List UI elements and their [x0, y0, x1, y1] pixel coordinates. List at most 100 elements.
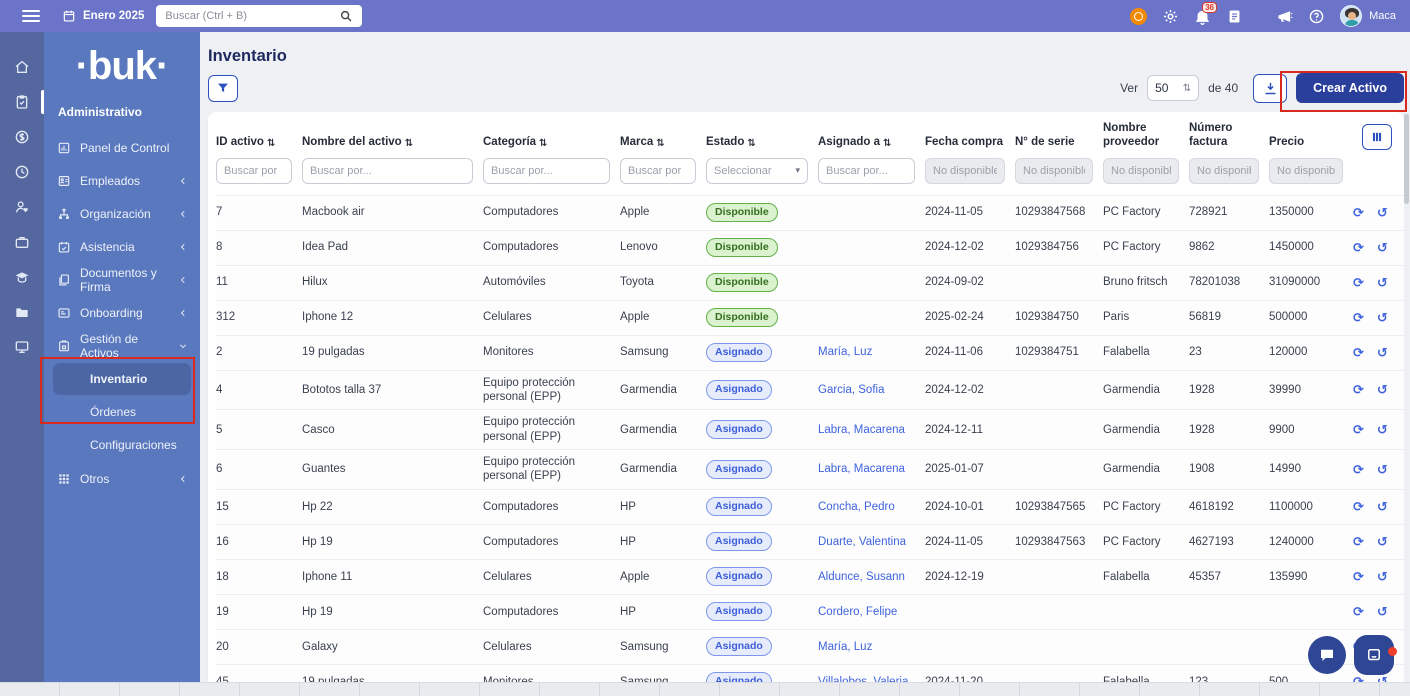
search-icon[interactable] — [339, 9, 353, 23]
chevron-left-icon — [178, 308, 188, 318]
refresh-icon[interactable]: ⟳ — [1353, 570, 1364, 583]
sidebar-subitem-configuraciones[interactable]: Configuraciones — [53, 429, 191, 461]
megaphone-icon[interactable] — [1276, 8, 1293, 25]
column-header-categoria[interactable]: Categoría ⇅ — [483, 136, 620, 150]
assignee-link[interactable]: Aldunce, Susann — [818, 565, 925, 589]
page-size-select[interactable]: 50 ⇅ — [1147, 75, 1200, 101]
sidebar-item-empleados[interactable]: Empleados — [44, 164, 200, 197]
sidebar-item-otros[interactable]: Otros — [44, 462, 200, 495]
gear-icon[interactable] — [1162, 8, 1179, 25]
coin-icon[interactable] — [0, 128, 44, 146]
sort-icon[interactable]: ⇅ — [656, 138, 664, 150]
vertical-scrollbar[interactable] — [1404, 112, 1409, 680]
column-picker-button[interactable] — [1362, 123, 1392, 150]
refresh-icon[interactable]: ⟳ — [1353, 423, 1364, 436]
history-icon[interactable]: ↺ — [1377, 276, 1388, 289]
clock-icon[interactable] — [0, 163, 44, 181]
kanban-icon[interactable] — [0, 338, 44, 356]
history-icon[interactable]: ↺ — [1377, 463, 1388, 476]
refresh-icon[interactable]: ⟳ — [1353, 311, 1364, 324]
create-asset-button[interactable]: Crear Activo — [1296, 73, 1404, 103]
assignee-link[interactable]: Cordero, Felipe — [818, 600, 925, 624]
assignee-link[interactable]: Garcia, Sofia — [818, 378, 925, 402]
sort-icon[interactable]: ⇅ — [883, 138, 891, 150]
history-icon[interactable]: ↺ — [1377, 675, 1388, 682]
period-selector[interactable]: Enero 2025 — [62, 9, 144, 23]
history-icon[interactable]: ↺ — [1377, 570, 1388, 583]
history-icon[interactable]: ↺ — [1377, 423, 1388, 436]
filter-input-categoria[interactable] — [483, 157, 610, 184]
refresh-icon[interactable]: ⟳ — [1353, 276, 1364, 289]
refresh-icon[interactable]: ⟳ — [1353, 383, 1364, 396]
column-header-estado[interactable]: Estado ⇅ — [706, 136, 818, 150]
tasks-document-icon[interactable] — [1226, 8, 1243, 25]
filter-button[interactable] — [208, 74, 238, 102]
column-header-id-activo[interactable]: ID activo ⇅ — [216, 136, 302, 150]
column-header-nombre-del-activo[interactable]: Nombre del activo ⇅ — [302, 136, 483, 150]
notifications-bell-icon[interactable]: 36 — [1194, 1, 1217, 25]
sort-icon[interactable]: ⇅ — [539, 138, 547, 150]
assignee-link[interactable]: Concha, Pedro — [818, 495, 925, 519]
sidebar-item-onboarding[interactable]: Onboarding — [44, 296, 200, 329]
cell-categoria: Equipo protección personal (EPP) — [483, 376, 576, 403]
graduation-cap-icon[interactable] — [0, 268, 44, 286]
assignee-link[interactable]: Villalobos, Valeria — [818, 670, 925, 682]
filter-input-asignado-a[interactable] — [818, 157, 915, 184]
history-icon[interactable]: ↺ — [1377, 311, 1388, 324]
assignee-link[interactable]: Labra, Macarena — [818, 457, 925, 481]
horizontal-scroll-strip[interactable] — [0, 682, 1410, 696]
folder-icon[interactable] — [0, 303, 44, 321]
refresh-icon[interactable]: ⟳ — [1353, 206, 1364, 219]
history-icon[interactable]: ↺ — [1377, 346, 1388, 359]
sidebar-item-asistencia[interactable]: Asistencia — [44, 230, 200, 263]
user-menu[interactable]: Maca — [1340, 5, 1396, 27]
sidebar-item-documentos-y-firma[interactable]: Documentos y Firma — [44, 263, 200, 296]
clipboard-icon[interactable] — [0, 90, 44, 114]
search-input[interactable] — [165, 10, 334, 22]
assignee-link[interactable]: María, Luz — [818, 635, 925, 659]
messenger-button[interactable] — [1354, 635, 1397, 675]
history-icon[interactable]: ↺ — [1377, 605, 1388, 618]
assignee-link[interactable]: Labra, Macarena — [818, 418, 925, 442]
refresh-icon[interactable]: ⟳ — [1353, 241, 1364, 254]
filter-input-id-activo[interactable] — [216, 157, 292, 184]
refresh-icon[interactable]: ⟳ — [1353, 535, 1364, 548]
intercom-icon[interactable] — [1130, 7, 1148, 25]
briefcase-icon[interactable] — [0, 233, 44, 251]
history-icon[interactable]: ↺ — [1377, 241, 1388, 254]
filter-input-nombre-del-activo[interactable] — [302, 157, 473, 184]
download-button[interactable] — [1253, 73, 1288, 103]
sort-icon[interactable]: ⇅ — [747, 138, 755, 150]
column-header-asignado-a[interactable]: Asignado a ⇅ — [818, 136, 925, 150]
filter-select-estado[interactable]: Seleccionar ▾ — [706, 157, 808, 184]
sidebar-subitem-ordenes[interactable]: Órdenes — [53, 396, 191, 428]
cell-estado: Disponible — [706, 198, 818, 227]
sidebar-subitem-inventario[interactable]: Inventario — [53, 363, 191, 395]
history-icon[interactable]: ↺ — [1377, 383, 1388, 396]
sidebar-item-gestion-de-activos[interactable]: Gestión de Activos — [44, 329, 200, 362]
history-icon[interactable]: ↺ — [1377, 206, 1388, 219]
filter-input-marca[interactable] — [620, 157, 696, 184]
assignee-link[interactable]: María, Luz — [818, 340, 925, 364]
hamburger-menu-icon[interactable] — [22, 10, 40, 22]
refresh-icon[interactable]: ⟳ — [1353, 346, 1364, 359]
sidebar-item-organizacion[interactable]: Organización — [44, 197, 200, 230]
refresh-icon[interactable]: ⟳ — [1353, 605, 1364, 618]
history-icon[interactable]: ↺ — [1377, 535, 1388, 548]
assignee-link[interactable]: Duarte, Valentina — [818, 530, 925, 554]
filter-input-precio — [1269, 157, 1343, 184]
help-icon[interactable] — [1308, 8, 1325, 25]
cell-precio: 1100000 — [1269, 500, 1313, 513]
sidebar-item-panel-de-control[interactable]: Panel de Control — [44, 131, 200, 164]
refresh-icon[interactable]: ⟳ — [1353, 675, 1364, 682]
refresh-icon[interactable]: ⟳ — [1353, 500, 1364, 513]
home-icon[interactable] — [0, 58, 44, 76]
global-search[interactable] — [156, 5, 363, 27]
history-icon[interactable]: ↺ — [1377, 500, 1388, 513]
column-header-marca[interactable]: Marca ⇅ — [620, 136, 706, 150]
sort-icon[interactable]: ⇅ — [405, 138, 413, 150]
chat-bubble-button[interactable] — [1308, 636, 1346, 674]
user-heart-icon[interactable] — [0, 198, 44, 216]
refresh-icon[interactable]: ⟳ — [1353, 463, 1364, 476]
sort-icon[interactable]: ⇅ — [267, 138, 275, 150]
